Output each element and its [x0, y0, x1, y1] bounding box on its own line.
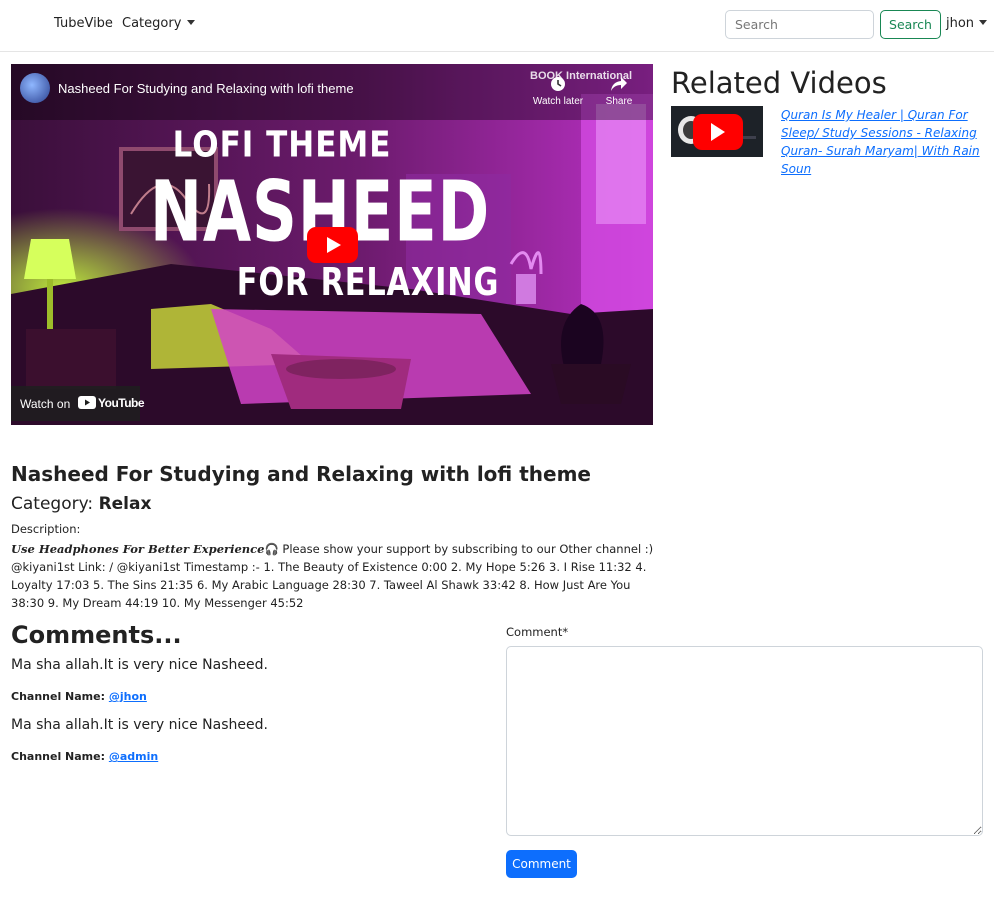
watch-later-button[interactable]: Watch later	[532, 76, 584, 107]
comment-text: Ma sha allah.It is very nice Nasheed.	[11, 657, 268, 673]
related-video-link[interactable]: Quran Is My Healer | Quran For Sleep/ St…	[781, 106, 981, 178]
comment-text: Ma sha allah.It is very nice Nasheed.	[11, 717, 268, 733]
description-label: Description:	[11, 522, 81, 536]
watch-on-label: Watch on	[20, 397, 71, 411]
comment-channel: Channel Name: @jhon	[11, 690, 147, 703]
category-value: Relax	[98, 494, 152, 514]
share-button[interactable]: Share	[601, 76, 637, 107]
user-menu[interactable]: jhon	[946, 16, 988, 31]
channel-link[interactable]: @jhon	[109, 690, 147, 703]
youtube-label: YouTube	[98, 396, 145, 410]
comment-channel: Channel Name: @admin	[11, 750, 158, 763]
brand-link[interactable]: TubeVibe	[54, 16, 113, 31]
share-label: Share	[605, 96, 633, 107]
category-prefix: Category:	[11, 494, 94, 514]
comments-title: Comments...	[11, 621, 182, 649]
video-player[interactable]: LOFI THEME NASHEED FOR RELAXING Nasheed …	[11, 64, 653, 425]
related-videos-title: Related Videos	[671, 66, 887, 100]
player-video-title[interactable]: Nasheed For Studying and Relaxing with l…	[58, 81, 354, 96]
play-button-icon[interactable]	[307, 227, 358, 263]
category-dropdown[interactable]: Category	[122, 16, 196, 31]
related-thumbnail-image	[671, 106, 763, 157]
comment-textarea[interactable]	[506, 646, 983, 836]
video-category: Category: Relax	[11, 494, 151, 514]
chevron-down-icon	[979, 20, 988, 25]
watch-later-label: Watch later	[532, 96, 584, 107]
description-text: Use Headphones For Better Experience🎧 Pl…	[11, 540, 656, 612]
clock-icon	[551, 77, 565, 91]
search-input[interactable]	[725, 10, 874, 39]
search-button[interactable]: Search	[880, 10, 941, 39]
player-header: Nasheed For Studying and Relaxing with l…	[11, 64, 653, 120]
category-dropdown-label: Category	[122, 16, 182, 31]
thumbnail-line-1: LOFI THEME	[172, 124, 392, 166]
related-video-thumbnail[interactable]	[671, 106, 763, 157]
share-icon	[611, 77, 627, 91]
thumbnail-line-3: FOR RELAXING	[236, 260, 500, 304]
youtube-logo-icon	[78, 396, 96, 409]
watch-on-youtube-link[interactable]: Watch on YouTube	[11, 386, 145, 421]
chevron-down-icon	[187, 20, 196, 25]
channel-label: Channel Name:	[11, 750, 105, 763]
user-name: jhon	[946, 16, 975, 31]
comment-field-label: Comment*	[506, 625, 569, 639]
channel-link[interactable]: @admin	[109, 750, 158, 763]
channel-label: Channel Name:	[11, 690, 105, 703]
navbar: TubeVibe Category Search jhon	[0, 0, 994, 52]
comment-submit-button[interactable]: Comment	[506, 850, 577, 878]
video-title: Nasheed For Studying and Relaxing with l…	[11, 462, 591, 486]
channel-avatar[interactable]	[20, 73, 50, 103]
description-emphasis: Use Headphones For Better Experience	[11, 542, 265, 556]
